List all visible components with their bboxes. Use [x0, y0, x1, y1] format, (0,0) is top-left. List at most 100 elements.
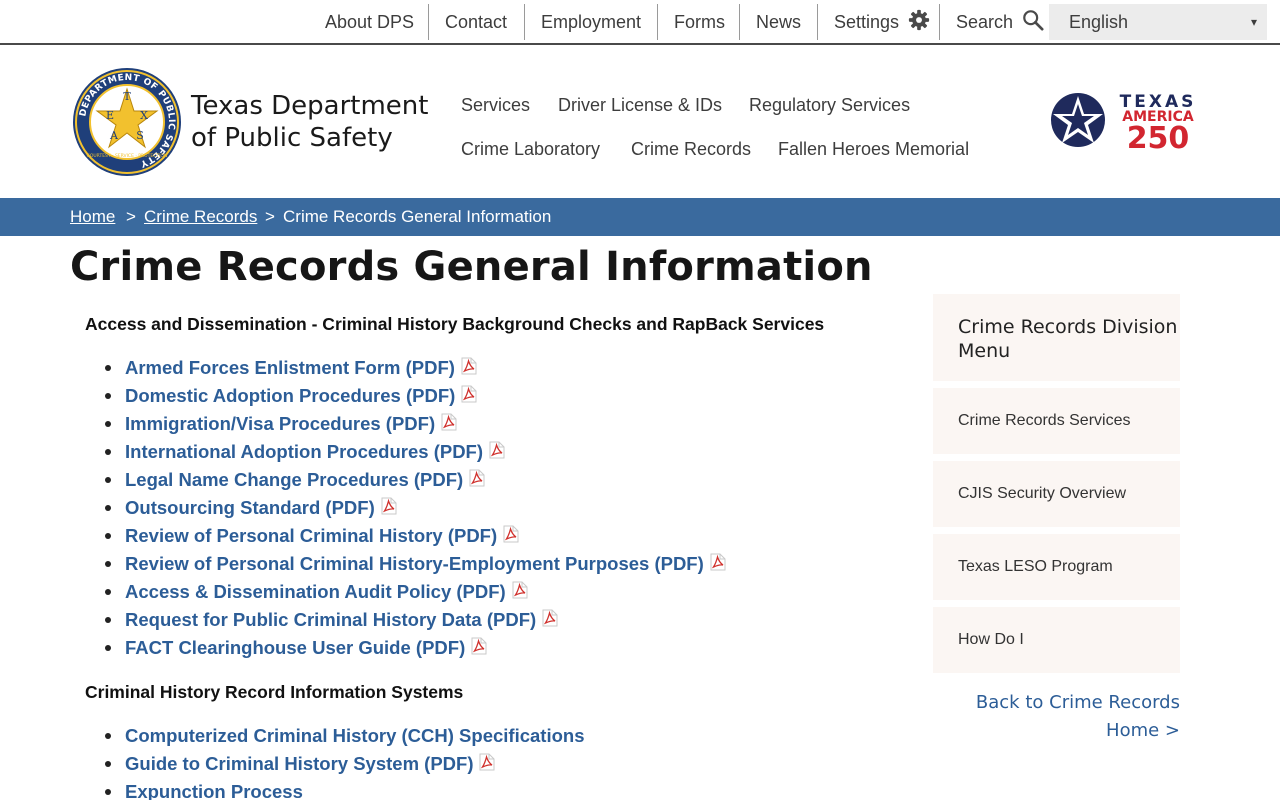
- search-button[interactable]: Search: [940, 4, 1060, 40]
- chevron-down-icon: ▾: [1250, 15, 1257, 29]
- pdf-icon: [441, 411, 457, 439]
- list-item: Legal Name Change Procedures (PDF): [105, 466, 726, 494]
- bullet: [105, 505, 111, 511]
- document-link[interactable]: Expunction Process: [125, 781, 303, 800]
- list-item: Expunction Process: [105, 778, 584, 800]
- bullet: [105, 617, 111, 623]
- nav-regulatory-services[interactable]: Regulatory Services: [749, 95, 910, 116]
- breadcrumb: Home > Crime Records > Crime Records Gen…: [0, 198, 1280, 236]
- document-link[interactable]: Review of Personal Criminal History-Empl…: [125, 553, 704, 574]
- site-title-line1: Texas Department: [191, 91, 429, 121]
- document-link[interactable]: Immigration/Visa Procedures (PDF): [125, 413, 435, 434]
- breadcrumb-home[interactable]: Home: [70, 198, 115, 236]
- document-link[interactable]: Review of Personal Criminal History (PDF…: [125, 525, 497, 546]
- seal-letter: X: [140, 109, 148, 122]
- site-title[interactable]: Texas Department of Public Safety: [191, 90, 451, 154]
- bullet: [105, 589, 111, 595]
- chri-document-list: Computerized Criminal History (CCH) Spec…: [105, 722, 584, 800]
- nav-services[interactable]: Services: [461, 95, 530, 116]
- list-item: Computerized Criminal History (CCH) Spec…: [105, 722, 584, 750]
- nav-driver-license[interactable]: Driver License & IDs: [558, 95, 722, 116]
- breadcrumb-separator: >: [265, 207, 275, 226]
- document-link[interactable]: Request for Public Criminal History Data…: [125, 609, 536, 630]
- pdf-icon: [471, 635, 487, 663]
- document-link[interactable]: International Adoption Procedures (PDF): [125, 441, 483, 462]
- list-item: Request for Public Criminal History Data…: [105, 606, 726, 634]
- bullet: [105, 477, 111, 483]
- list-item: FACT Clearinghouse User Guide (PDF): [105, 634, 726, 662]
- document-link[interactable]: Armed Forces Enlistment Form (PDF): [125, 357, 455, 378]
- list-item: Armed Forces Enlistment Form (PDF): [105, 354, 726, 382]
- pdf-icon: [489, 439, 505, 467]
- pdf-icon: [461, 355, 477, 383]
- bullet: [105, 561, 111, 567]
- bullet: [105, 789, 111, 795]
- sidebar-item-how-do-i[interactable]: How Do I: [933, 607, 1180, 673]
- document-link[interactable]: FACT Clearinghouse User Guide (PDF): [125, 637, 465, 658]
- list-item: International Adoption Procedures (PDF): [105, 438, 726, 466]
- bullet: [105, 533, 111, 539]
- seal-motto: COURTESY · SERVICE · PROTECTION: [87, 153, 168, 159]
- nav-fallen-heroes-memorial[interactable]: Fallen Heroes Memorial: [778, 139, 969, 160]
- list-item: Review of Personal Criminal History-Empl…: [105, 550, 726, 578]
- pdf-icon: [381, 495, 397, 523]
- access-document-list: Armed Forces Enlistment Form (PDF) Domest…: [105, 354, 726, 662]
- seal-letter: T: [123, 90, 131, 103]
- sidebar-item-cjis-security-overview[interactable]: CJIS Security Overview: [933, 461, 1180, 527]
- about-dps-link[interactable]: About DPS: [309, 4, 430, 40]
- news-link[interactable]: News: [740, 4, 817, 40]
- list-item: Domestic Adoption Procedures (PDF): [105, 382, 726, 410]
- pdf-icon: [542, 607, 558, 635]
- settings-button[interactable]: Settings: [818, 4, 946, 40]
- document-link[interactable]: Outsourcing Standard (PDF): [125, 497, 375, 518]
- settings-label: Settings: [834, 12, 900, 32]
- t250-line3: 250: [1127, 121, 1190, 150]
- list-item: Outsourcing Standard (PDF): [105, 494, 726, 522]
- language-selected: English: [1069, 12, 1129, 32]
- document-link[interactable]: Access & Dissemination Audit Policy (PDF…: [125, 581, 506, 602]
- contact-link[interactable]: Contact: [429, 4, 523, 40]
- breadcrumb-current: Crime Records General Information: [283, 207, 552, 226]
- site-title-line2: of Public Safety: [191, 123, 393, 153]
- back-to-crime-records-link[interactable]: Back to Crime Records Home >: [933, 689, 1180, 745]
- breadcrumb-separator: >: [126, 207, 136, 226]
- pdf-icon: [710, 551, 726, 579]
- sidebar-item-texas-leso-program[interactable]: Texas LESO Program: [933, 534, 1180, 600]
- language-select[interactable]: English ▾: [1049, 4, 1267, 40]
- page-title: Crime Records General Information: [70, 244, 873, 290]
- list-item: Immigration/Visa Procedures (PDF): [105, 410, 726, 438]
- seal-letter: A: [109, 129, 119, 142]
- nav-crime-records[interactable]: Crime Records: [631, 139, 751, 160]
- document-link[interactable]: Legal Name Change Procedures (PDF): [125, 469, 463, 490]
- section-heading-access: Access and Dissemination - Criminal Hist…: [85, 314, 825, 334]
- seal-letter: S: [136, 129, 144, 142]
- dps-seal-logo[interactable]: DEPARTMENT OF PUBLIC SAFETY T E X A S CO…: [72, 67, 182, 177]
- employment-link[interactable]: Employment: [525, 4, 657, 40]
- document-link[interactable]: Guide to Criminal History System (PDF): [125, 753, 473, 774]
- list-item: Access & Dissemination Audit Policy (PDF…: [105, 578, 726, 606]
- breadcrumb-crime-records[interactable]: Crime Records: [144, 198, 257, 236]
- bullet: [105, 393, 111, 399]
- document-link[interactable]: Computerized Criminal History (CCH) Spec…: [125, 725, 584, 746]
- nav-crime-laboratory[interactable]: Crime Laboratory: [461, 139, 600, 160]
- bullet: [105, 645, 111, 651]
- sidebar-menu-title: Crime Records Division Menu: [933, 294, 1180, 381]
- list-item: Guide to Criminal History System (PDF): [105, 750, 584, 778]
- bullet: [105, 365, 111, 371]
- bullet: [105, 761, 111, 767]
- bullet: [105, 449, 111, 455]
- document-link[interactable]: Domestic Adoption Procedures (PDF): [125, 385, 455, 406]
- pdf-icon: [461, 383, 477, 411]
- pdf-icon: [469, 467, 485, 495]
- sidebar-item-crime-records-services[interactable]: Crime Records Services: [933, 388, 1180, 454]
- pdf-icon: [512, 579, 528, 607]
- utility-bar: About DPS Contact Employment Forms News …: [0, 0, 1280, 45]
- gear-icon: [908, 9, 930, 31]
- search-icon: [1023, 10, 1044, 31]
- forms-link[interactable]: Forms: [658, 4, 741, 40]
- pdf-icon: [503, 523, 519, 551]
- bullet: [105, 733, 111, 739]
- texas-america-250-logo[interactable]: TEXAS AMERICA 250: [1048, 90, 1208, 150]
- bullet: [105, 421, 111, 427]
- pdf-icon: [479, 751, 495, 779]
